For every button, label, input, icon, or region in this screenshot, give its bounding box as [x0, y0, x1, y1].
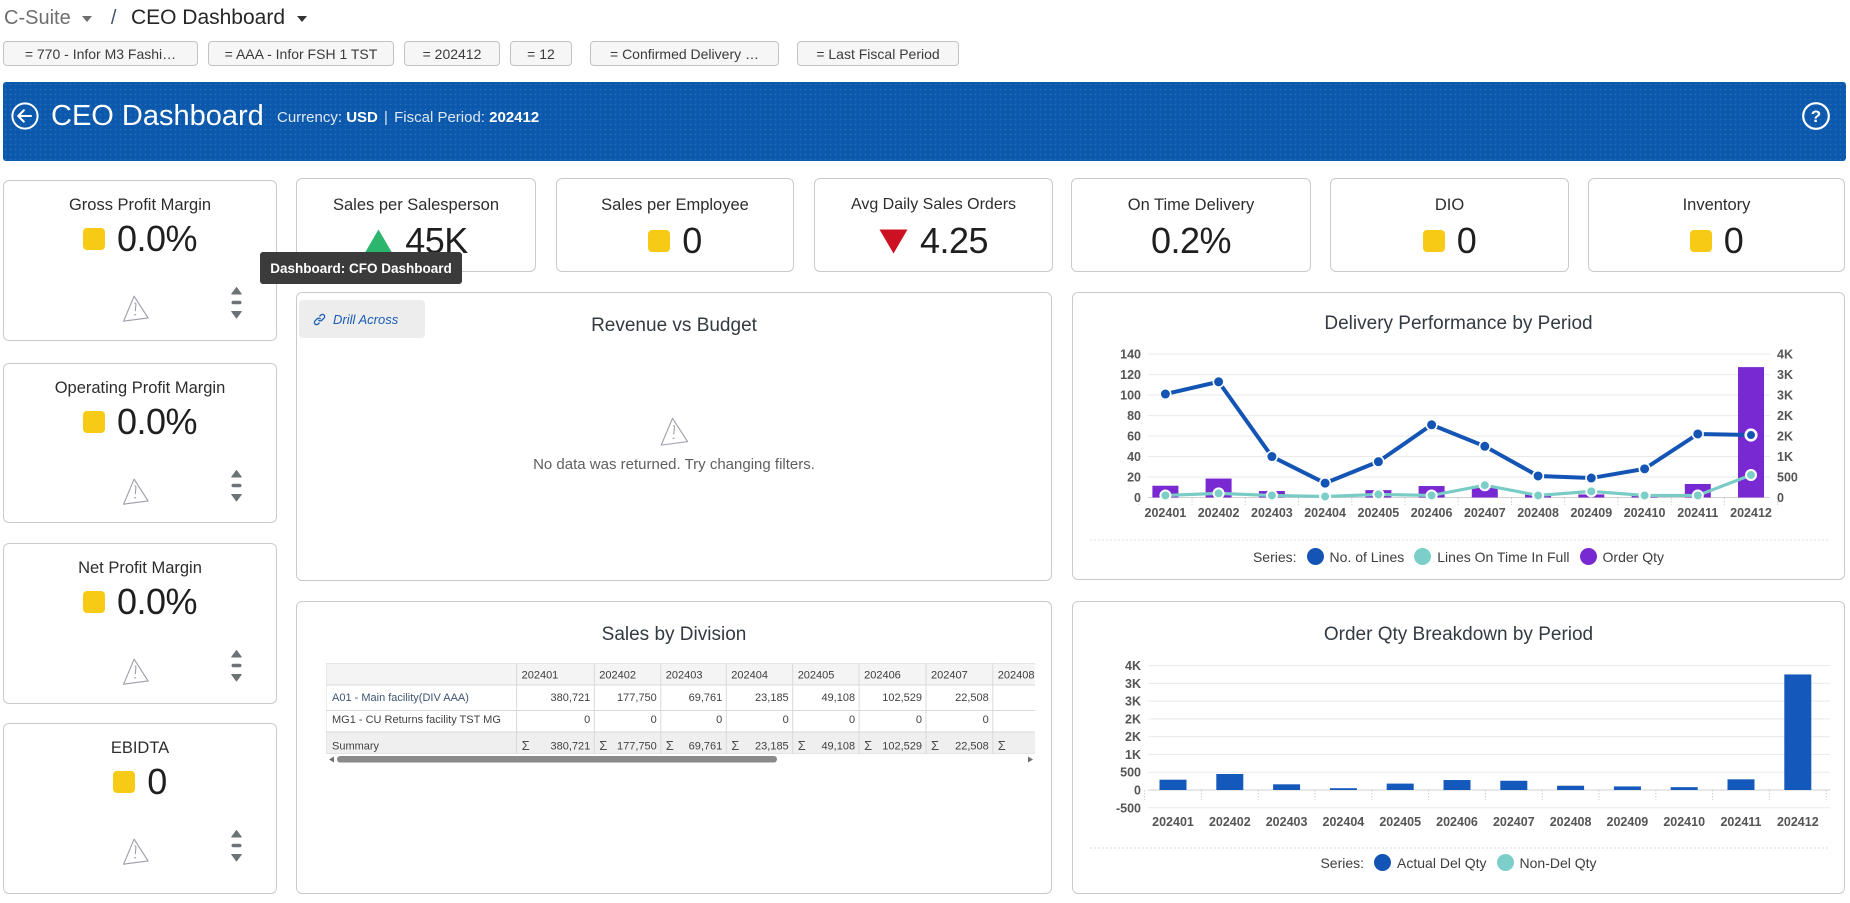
svg-text:380,721: 380,721 — [551, 692, 591, 704]
svg-text:177,750: 177,750 — [617, 692, 657, 704]
svg-text:Σ: Σ — [731, 738, 739, 753]
svg-text:49,108: 49,108 — [821, 741, 855, 753]
svg-text:202411: 202411 — [1677, 506, 1718, 520]
svg-text:80: 80 — [1127, 409, 1141, 423]
svg-text:202408: 202408 — [1550, 815, 1592, 829]
svg-text:Σ: Σ — [864, 738, 872, 753]
svg-text:0: 0 — [849, 714, 855, 726]
svg-text:0: 0 — [584, 714, 590, 726]
svg-text:23,185: 23,185 — [755, 741, 789, 753]
svg-text:22,508: 22,508 — [955, 741, 989, 753]
svg-text:Σ: Σ — [599, 738, 607, 753]
svg-text:4K: 4K — [1777, 348, 1793, 362]
svg-text:202404: 202404 — [1323, 815, 1365, 829]
svg-text:Σ: Σ — [522, 738, 530, 753]
svg-text:202405: 202405 — [1379, 815, 1421, 829]
svg-text:202401: 202401 — [522, 670, 559, 682]
svg-text:2K: 2K — [1777, 409, 1793, 423]
svg-text:202407: 202407 — [1493, 815, 1535, 829]
svg-text:177,750: 177,750 — [617, 741, 657, 753]
svg-text:202403: 202403 — [1251, 506, 1293, 520]
svg-text:1K: 1K — [1777, 450, 1793, 464]
svg-text:202408: 202408 — [1517, 506, 1559, 520]
svg-text:A01 - Main facility(DIV AAA): A01 - Main facility(DIV AAA) — [332, 692, 469, 704]
svg-text:500: 500 — [1777, 471, 1798, 485]
svg-text:22,508: 22,508 — [955, 692, 989, 704]
svg-text:3K: 3K — [1125, 695, 1141, 709]
svg-text:202407: 202407 — [1464, 506, 1506, 520]
svg-text:202405: 202405 — [1358, 506, 1400, 520]
svg-text:MG1 - CU Returns facility TST: MG1 - CU Returns facility TST MG — [332, 714, 501, 726]
svg-text:202404: 202404 — [731, 670, 768, 682]
svg-text:100: 100 — [1120, 389, 1141, 403]
svg-text:3K: 3K — [1125, 677, 1141, 691]
svg-text:202410: 202410 — [1663, 815, 1705, 829]
svg-text:202402: 202402 — [1198, 506, 1240, 520]
svg-text:500: 500 — [1120, 766, 1141, 780]
svg-text:0: 0 — [1134, 784, 1141, 798]
svg-text:202403: 202403 — [1266, 815, 1308, 829]
svg-text:140: 140 — [1120, 348, 1141, 362]
svg-text:102,529: 102,529 — [882, 741, 922, 753]
svg-text:2K: 2K — [1125, 730, 1141, 744]
svg-text:69,761: 69,761 — [689, 692, 723, 704]
svg-text:Summary: Summary — [332, 741, 380, 753]
svg-text:202405: 202405 — [798, 670, 835, 682]
svg-text:202409: 202409 — [1607, 815, 1649, 829]
svg-text:202409: 202409 — [1570, 506, 1612, 520]
svg-text:4K: 4K — [1125, 659, 1141, 673]
svg-text:Σ: Σ — [998, 738, 1006, 753]
svg-text:60: 60 — [1127, 430, 1141, 444]
svg-text:202403: 202403 — [666, 670, 703, 682]
svg-text:202406: 202406 — [864, 670, 901, 682]
svg-text:0: 0 — [651, 714, 657, 726]
svg-text:102,529: 102,529 — [882, 692, 922, 704]
svg-text:69,761: 69,761 — [689, 741, 723, 753]
svg-text:0: 0 — [1134, 491, 1141, 505]
svg-text:202404: 202404 — [1304, 506, 1346, 520]
svg-text:-500: -500 — [1116, 801, 1141, 815]
svg-text:202402: 202402 — [1209, 815, 1251, 829]
svg-text:202402: 202402 — [599, 670, 636, 682]
svg-text:380,721: 380,721 — [551, 741, 591, 753]
svg-text:20: 20 — [1127, 471, 1141, 485]
svg-text:202401: 202401 — [1152, 815, 1194, 829]
svg-text:Σ: Σ — [666, 738, 674, 753]
svg-text:202412: 202412 — [1730, 506, 1772, 520]
svg-text:202401: 202401 — [1145, 506, 1187, 520]
svg-text:0: 0 — [783, 714, 789, 726]
svg-text:202412: 202412 — [1777, 815, 1819, 829]
svg-text:202406: 202406 — [1411, 506, 1453, 520]
svg-text:23,185: 23,185 — [755, 692, 789, 704]
svg-text:202411: 202411 — [1720, 815, 1761, 829]
svg-text:120: 120 — [1120, 368, 1141, 382]
svg-text:40: 40 — [1127, 450, 1141, 464]
svg-text:2K: 2K — [1777, 430, 1793, 444]
svg-text:202410: 202410 — [1624, 506, 1666, 520]
svg-text:0: 0 — [1777, 491, 1784, 505]
svg-text:0: 0 — [916, 714, 922, 726]
svg-text:1K: 1K — [1125, 748, 1141, 762]
svg-text:?: ? — [1811, 107, 1821, 126]
svg-text:0: 0 — [983, 714, 989, 726]
svg-text:202407: 202407 — [931, 670, 968, 682]
svg-text:49,108: 49,108 — [821, 692, 855, 704]
svg-text:202408: 202408 — [998, 670, 1035, 682]
svg-text:2K: 2K — [1125, 712, 1141, 726]
svg-text:3K: 3K — [1777, 389, 1793, 403]
svg-text:3K: 3K — [1777, 368, 1793, 382]
svg-text:202406: 202406 — [1436, 815, 1478, 829]
svg-text:Σ: Σ — [798, 738, 806, 753]
svg-text:0: 0 — [716, 714, 722, 726]
svg-text:Σ: Σ — [931, 738, 939, 753]
